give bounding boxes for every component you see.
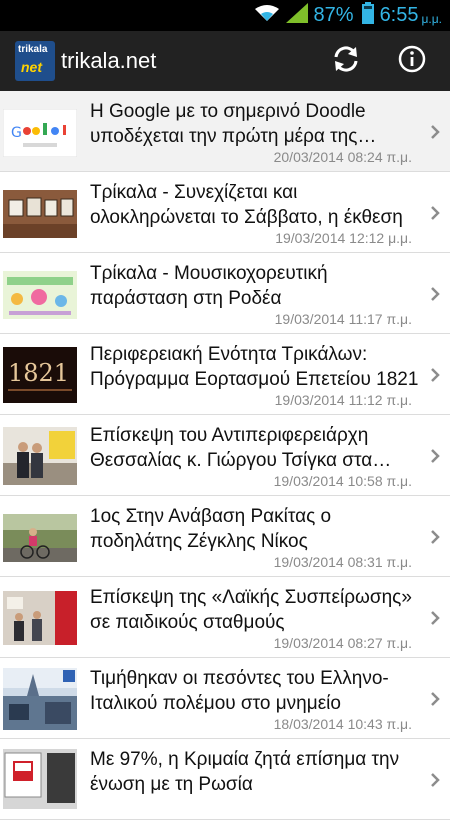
article-date: 19/03/2014 10:58 π.μ. xyxy=(273,473,412,489)
refresh-button[interactable] xyxy=(322,37,370,85)
app-title: trikala.net xyxy=(61,48,157,73)
article-row[interactable]: Τρίκαλα - Μουσικοχορευτική παράσταση στη… xyxy=(0,253,450,334)
article-row[interactable]: Τιμήθηκαν οι πεσόντες του Ελληνο-Ιταλικο… xyxy=(0,658,450,739)
clock-ampm: μ.μ. xyxy=(421,11,443,26)
article-date: 19/03/2014 12:12 μ.μ. xyxy=(275,230,412,246)
chevron-right-icon xyxy=(428,609,442,627)
article-thumbnail xyxy=(3,271,77,319)
signal-icon xyxy=(285,3,308,28)
article-row[interactable]: Τρίκαλα - Συνεχίζεται και ολοκληρώνεται … xyxy=(0,172,450,253)
article-date: 20/03/2014 08:24 π.μ. xyxy=(273,149,412,165)
article-row[interactable]: Με 97%, η Κριμαία ζητά επίσημα την ένωση… xyxy=(0,739,450,820)
action-bar: trikala net trikala.net xyxy=(0,31,450,91)
article-thumbnail xyxy=(3,591,77,645)
chevron-right-icon xyxy=(428,528,442,546)
logo-text-bottom: net xyxy=(21,59,42,75)
svg-text:G: G xyxy=(11,125,22,141)
app-logo[interactable]: trikala net xyxy=(15,41,55,81)
chevron-right-icon xyxy=(428,690,442,708)
chevron-right-icon xyxy=(428,285,442,303)
article-title: Επίσκεψη του Αντιπεριφερειάρχη Θεσσαλίας… xyxy=(90,425,373,471)
article-title: Τρίκαλα - Μουσικοχορευτική παράσταση στη… xyxy=(90,263,328,309)
article-thumbnail xyxy=(3,427,77,485)
wifi-icon xyxy=(254,4,280,27)
clock-time: 6:55 xyxy=(379,4,419,26)
article-title: Τιμήθηκαν οι πεσόντες του Ελληνο-Ιταλικο… xyxy=(90,668,389,714)
article-title: Η Google με το σημερινό Doodle υποδέχετα… xyxy=(90,101,366,147)
article-date: 19/03/2014 11:12 π.μ. xyxy=(274,392,412,408)
article-thumbnail: 1821 xyxy=(3,347,77,403)
article-date: 19/03/2014 08:31 π.μ. xyxy=(273,554,412,570)
article-thumbnail xyxy=(3,749,77,809)
article-date: 19/03/2014 08:27 π.μ. xyxy=(273,635,412,651)
article-title: Επίσκεψη της «Λαϊκής Συσπείρωσης» σε παι… xyxy=(90,587,412,633)
article-thumbnail xyxy=(3,514,77,562)
svg-text:1821: 1821 xyxy=(8,359,69,387)
chevron-right-icon xyxy=(428,447,442,465)
article-thumbnail xyxy=(3,668,77,730)
article-date: 19/03/2014 11:17 π.μ. xyxy=(274,311,412,327)
article-row[interactable]: 1ος Στην Ανάβαση Ρακίτας ο ποδηλάτης Ζέγ… xyxy=(0,496,450,577)
chevron-right-icon xyxy=(428,204,442,222)
info-icon xyxy=(398,45,426,78)
article-thumbnail xyxy=(3,190,77,238)
chevron-right-icon xyxy=(428,366,442,384)
article-row[interactable]: Επίσκεψη του Αντιπεριφερειάρχη Θεσσαλίας… xyxy=(0,415,450,496)
logo-text-top: trikala xyxy=(18,44,48,55)
refresh-icon xyxy=(331,44,361,79)
article-title: 1ος Στην Ανάβαση Ρακίτας ο ποδηλάτης Ζέγ… xyxy=(90,506,332,552)
chevron-right-icon xyxy=(428,771,442,789)
article-row[interactable]: 1821 Περιφερειακή Ενότητα Τρικάλων: Πρόγ… xyxy=(0,334,450,415)
article-thumbnail: G xyxy=(3,109,77,157)
article-title: Με 97%, η Κριμαία ζητά επίσημα την ένωση… xyxy=(90,749,400,795)
info-button[interactable] xyxy=(388,37,436,85)
article-row[interactable]: G Η Google με το σημερινό Doodle υποδέχε… xyxy=(0,91,450,172)
battery-icon xyxy=(361,2,374,29)
battery-percent: 87% xyxy=(313,4,354,26)
article-date: 18/03/2014 10:43 π.μ. xyxy=(273,716,412,732)
article-title: Τρίκαλα - Συνεχίζεται και ολοκληρώνεται … xyxy=(90,182,403,228)
article-row[interactable]: Επίσκεψη της «Λαϊκής Συσπείρωσης» σε παι… xyxy=(0,577,450,658)
article-list: G Η Google με το σημερινό Doodle υποδέχε… xyxy=(0,91,450,820)
chevron-right-icon xyxy=(428,123,442,141)
status-bar: 87% 6:55 μ.μ. xyxy=(0,0,450,31)
article-title: Περιφερειακή Ενότητα Τρικάλων: Πρόγραμμα… xyxy=(90,344,419,390)
